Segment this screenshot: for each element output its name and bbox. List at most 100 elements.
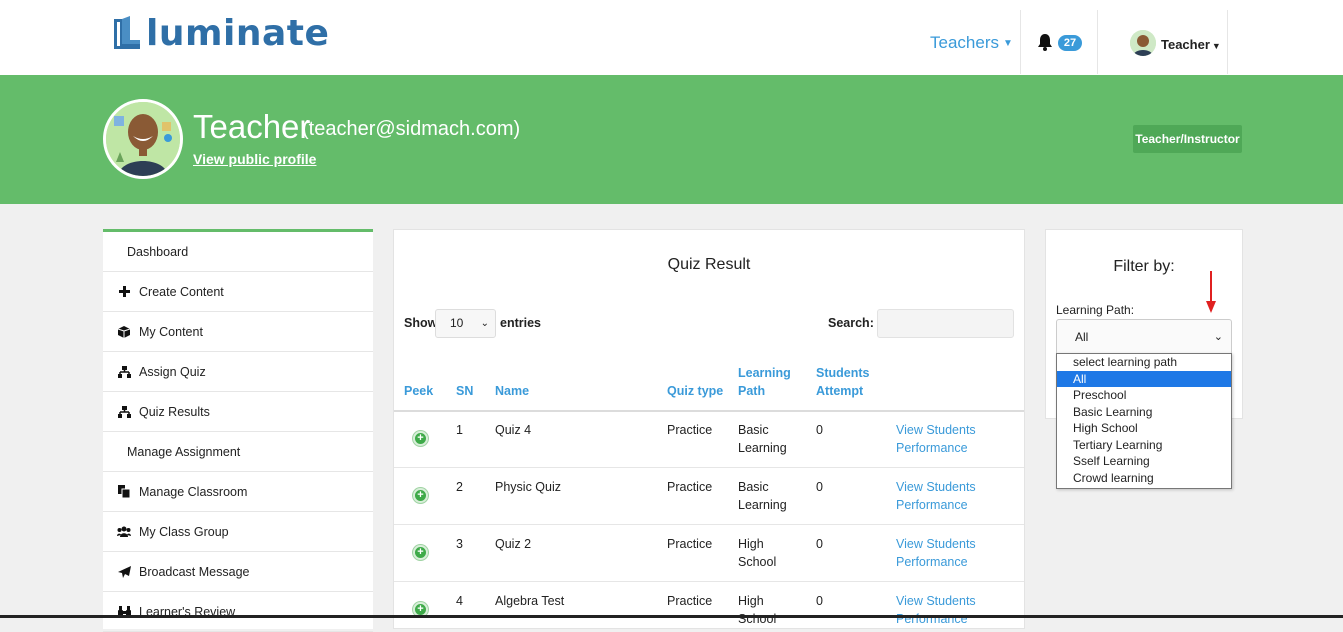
learning-path-select[interactable]: All ⌄: [1056, 319, 1232, 355]
profile-banner: Teacher (teacher@sidmach.com) View publi…: [0, 75, 1343, 204]
panel-title: Quiz Result: [667, 256, 751, 273]
peek-expand-icon[interactable]: +: [413, 488, 428, 503]
sidebar-item-label: Dashboard: [127, 244, 189, 259]
column-header-line: Learning: [738, 366, 791, 380]
column-header-sn[interactable]: SN: [456, 382, 473, 400]
chevron-down-icon: ⌄: [480, 318, 489, 329]
view-students-performance-link[interactable]: View Students Performance: [896, 421, 976, 457]
row-sn: 4: [456, 594, 463, 608]
view-students-performance-link[interactable]: View Students Performance: [896, 478, 976, 514]
link-line: Performance: [896, 441, 968, 455]
column-header-learning-path[interactable]: Learning Path: [738, 364, 791, 400]
sidebar-item-label: Broadcast Message: [139, 564, 250, 579]
sidebar-item-create-content[interactable]: Create Content: [103, 272, 373, 312]
sidebar-item-my-content[interactable]: My Content: [103, 312, 373, 352]
notification-count-badge[interactable]: 27: [1058, 35, 1082, 51]
dropdown-option[interactable]: select learning path: [1057, 354, 1231, 371]
row-divider: [394, 467, 1024, 468]
role-badge: Teacher/Instructor: [1133, 125, 1242, 153]
row-quiz-type: Practice: [667, 480, 713, 494]
view-students-performance-link[interactable]: View Students Performance: [896, 592, 976, 628]
column-header-line: Attempt: [816, 384, 864, 398]
row-divider: [394, 524, 1024, 525]
sidebar-menu: Dashboard Create Content My Content Assi…: [103, 229, 373, 632]
cell-line: Learning: [738, 441, 787, 455]
dropdown-option[interactable]: Preschool: [1057, 387, 1231, 404]
sidebar-item-manage-classroom[interactable]: Manage Classroom: [103, 472, 373, 512]
logo-mark-icon: [114, 16, 140, 49]
sidebar-item-label: Create Content: [139, 284, 224, 299]
sitemap-icon: [117, 405, 131, 419]
sidebar-item-broadcast-message[interactable]: Broadcast Message: [103, 552, 373, 592]
sidebar-item-learners-review[interactable]: Learner's Review: [103, 592, 373, 632]
row-name: Physic Quiz: [495, 480, 561, 494]
paper-plane-icon: [117, 565, 131, 579]
column-header-peek[interactable]: Peek: [404, 382, 433, 400]
nav-divider: [1227, 10, 1228, 74]
cell-line: School: [738, 612, 777, 626]
luminate-logo[interactable]: luminate: [110, 12, 329, 56]
row-students-attempt: 0: [816, 594, 823, 608]
cell-line: Learning: [738, 498, 787, 512]
column-header-line: Students: [816, 366, 870, 380]
entries-label: entries: [500, 316, 541, 330]
dropdown-option[interactable]: Tertiary Learning: [1057, 437, 1231, 454]
chevron-down-icon: ⌄: [1213, 331, 1223, 343]
teachers-dropdown[interactable]: Teachers ▼: [930, 33, 1013, 53]
row-name: Quiz 2: [495, 537, 532, 551]
copy-icon: [117, 485, 131, 499]
dropdown-option[interactable]: Crowd learning: [1057, 470, 1231, 487]
column-header-quiz-type[interactable]: Quiz type: [667, 382, 723, 400]
row-learning-path: Basic Learning: [738, 421, 787, 457]
sidebar-item-manage-assignment[interactable]: Manage Assignment: [103, 432, 373, 472]
dropdown-option[interactable]: Basic Learning: [1057, 404, 1231, 421]
view-students-performance-link[interactable]: View Students Performance: [896, 535, 976, 571]
column-header-students-attempt[interactable]: Students Attempt: [816, 364, 869, 400]
link-line: Performance: [896, 498, 968, 512]
sidebar-item-label: Manage Assignment: [127, 444, 241, 459]
page-size-select[interactable]: 10 ⌄: [435, 309, 496, 338]
link-line: View Students: [896, 594, 976, 608]
link-line: Performance: [896, 612, 968, 626]
dropdown-option[interactable]: Sself Learning: [1057, 453, 1231, 470]
row-learning-path: Basic Learning: [738, 478, 787, 514]
sidebar-item-my-class-group[interactable]: My Class Group: [103, 512, 373, 552]
row-students-attempt: 0: [816, 480, 823, 494]
sidebar-item-label: Quiz Results: [139, 404, 210, 419]
dropdown-option-selected[interactable]: All: [1057, 370, 1231, 387]
sidebar-item-quiz-results[interactable]: Quiz Results: [103, 392, 373, 432]
nav-divider: [1097, 10, 1098, 74]
sidebar-item-label: Assign Quiz: [139, 364, 206, 379]
link-line: View Students: [896, 537, 976, 551]
sidebar-item-label: My Content: [139, 324, 203, 339]
view-public-profile-link[interactable]: View public profile: [193, 151, 316, 167]
row-learning-path: High School: [738, 535, 776, 571]
sidebar-item-label: My Class Group: [139, 524, 229, 539]
peek-expand-icon[interactable]: +: [413, 431, 428, 446]
top-navbar: luminate Teachers ▼ 27 Teacher ▼: [0, 0, 1343, 75]
user-avatar[interactable]: [1130, 30, 1156, 56]
sidebar-item-assign-quiz[interactable]: Assign Quiz: [103, 352, 373, 392]
logo-text: luminate: [146, 13, 330, 54]
plus-icon: [117, 285, 131, 299]
user-menu[interactable]: Teacher ▼: [1161, 37, 1221, 52]
peek-expand-icon[interactable]: +: [413, 545, 428, 560]
row-name: Algebra Test: [495, 594, 565, 608]
link-line: View Students: [896, 423, 976, 437]
row-students-attempt: 0: [816, 537, 823, 551]
learning-path-selected-value: All: [1075, 330, 1089, 344]
row-learning-path: High School: [738, 592, 776, 628]
column-header-name[interactable]: Name: [495, 382, 529, 400]
show-label: Show: [404, 316, 438, 330]
dropdown-option[interactable]: High School: [1057, 420, 1231, 437]
cell-line: High: [738, 594, 764, 608]
sidebar-item-dashboard[interactable]: Dashboard: [103, 232, 373, 272]
profile-name: Teacher: [193, 108, 311, 145]
search-input[interactable]: [877, 309, 1014, 338]
bell-icon[interactable]: [1036, 33, 1054, 51]
cell-line: High: [738, 537, 764, 551]
users-icon: [117, 525, 131, 539]
learning-path-dropdown-list: select learning path All Preschool Basic…: [1056, 353, 1232, 489]
nav-divider: [1020, 10, 1021, 74]
learning-path-label: Learning Path:: [1056, 303, 1135, 317]
